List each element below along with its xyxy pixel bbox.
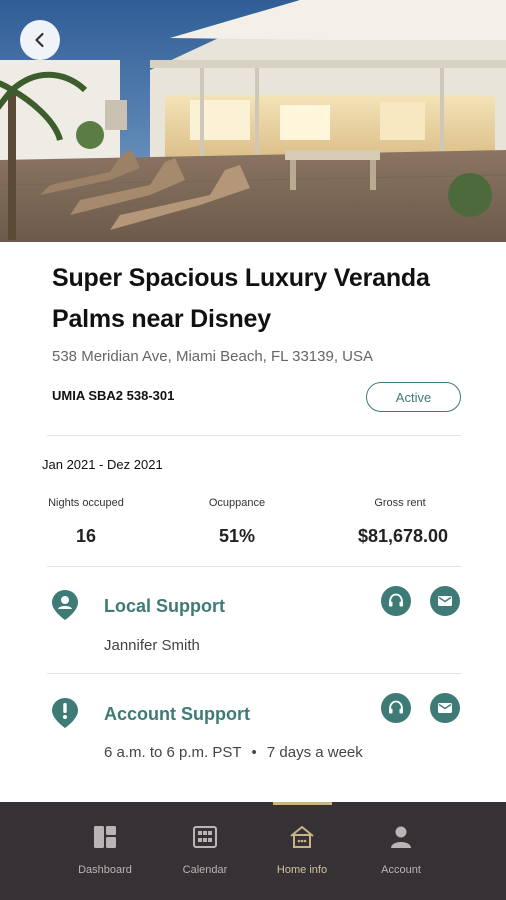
stat-value-occupancy: 51% (218, 526, 256, 546)
dashboard-icon (94, 826, 116, 848)
nav-label-account: Account (381, 864, 421, 876)
local-support-call-button[interactable] (381, 586, 411, 616)
local-support-title: Local Support (104, 596, 225, 616)
calendar-icon (193, 826, 217, 848)
nav-label-calendar: Calendar (182, 864, 228, 876)
chevron-left-icon (35, 32, 44, 48)
headset-icon (389, 700, 403, 714)
headset-icon (389, 593, 403, 607)
stat-label-nights: Nights occuped (48, 497, 124, 509)
stats-period: Jan 2021 - Dez 2021 (42, 457, 163, 472)
nav-item-account[interactable]: Account (351, 802, 451, 900)
bullet-separator: • (251, 744, 257, 761)
nav-item-calendar[interactable]: Calendar (155, 802, 255, 900)
nav-item-dashboard[interactable]: Dashboard (55, 802, 155, 900)
local-support-email-button[interactable] (430, 586, 460, 616)
account-support-call-button[interactable] (381, 693, 411, 723)
nav-label-home-info: Home info (276, 864, 328, 876)
account-icon (391, 826, 411, 848)
property-photo-illustration (0, 0, 506, 242)
local-support-name: Jannifer Smith (104, 637, 200, 654)
stat-label-gross-rent: Gross rent (374, 497, 426, 509)
mail-icon (438, 703, 452, 713)
status-badge: Active (366, 382, 461, 412)
listing-address: 538 Meridian Ave, Miami Beach, FL 33139,… (52, 348, 374, 365)
nav-item-home-info[interactable]: Home info (252, 802, 352, 900)
divider (47, 435, 461, 436)
listing-code: UMIA SBA2 538-301 (52, 388, 175, 403)
account-support-email-button[interactable] (430, 693, 460, 723)
stat-value-gross-rent: $81,678.00 (357, 526, 449, 546)
location-person-icon (52, 590, 78, 620)
stat-label-occupancy: Ocuppance (208, 497, 266, 509)
back-button[interactable] (20, 20, 60, 60)
property-photo (0, 0, 506, 242)
account-support-hours: 6 a.m. to 6 p.m. PST • 7 days a week (104, 744, 363, 761)
account-support-days-text: 7 days a week (266, 744, 363, 761)
location-alert-icon (52, 698, 78, 728)
nav-label-dashboard: Dashboard (78, 864, 132, 876)
divider (47, 566, 461, 567)
home-icon (290, 826, 314, 848)
nav-active-indicator (273, 802, 332, 805)
account-support-hours-text: 6 a.m. to 6 p.m. PST (104, 744, 242, 761)
stat-value-nights: 16 (75, 526, 97, 546)
bottom-nav: Dashboard Calendar Home info Account (0, 802, 506, 900)
account-support-title: Account Support (104, 704, 250, 724)
mail-icon (438, 596, 452, 606)
divider (47, 673, 461, 674)
listing-title: Super Spacious Luxury Veranda Palms near… (52, 264, 430, 333)
